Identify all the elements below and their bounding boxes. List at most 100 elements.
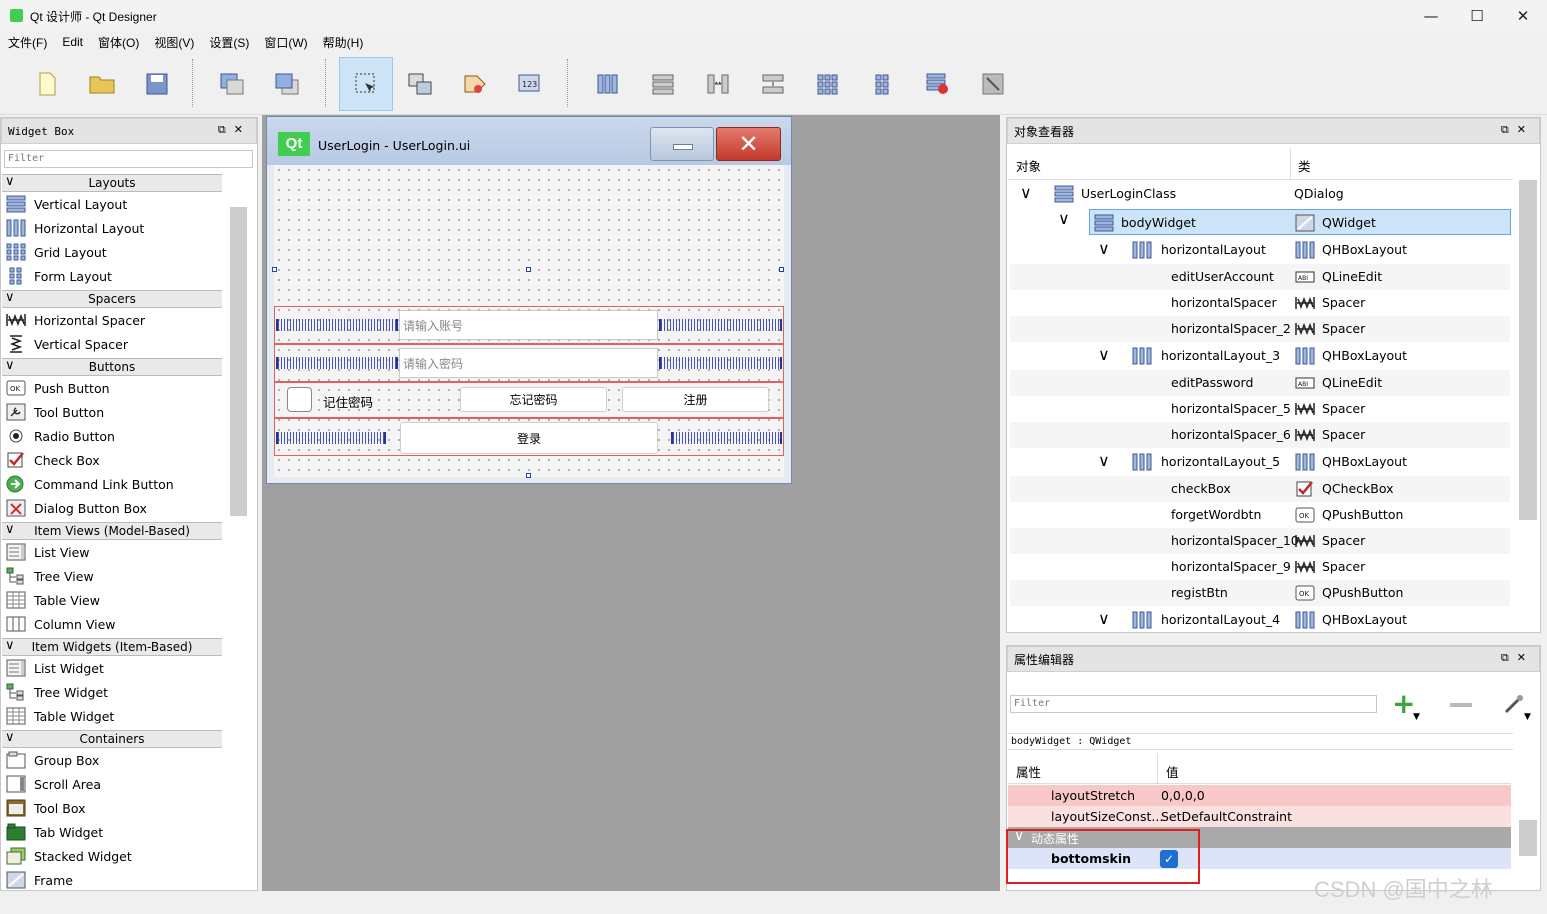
selection-handle[interactable] [526,473,531,478]
category-containers[interactable]: ∨ Containers [2,730,222,748]
widget-check-box[interactable]: Check Box [6,448,100,472]
forget-password-button[interactable]: 忘记密码 [460,387,607,412]
panel-float-close-icons[interactable]: ⧉✕ [1501,123,1534,137]
remove-property-icon[interactable] [1450,703,1472,707]
widget-horizontal-layout[interactable]: Horizontal Layout [6,216,144,240]
widget-command-link-button[interactable]: Command Link Button [6,472,174,496]
edit-tab-order-icon[interactable]: 123 [503,57,557,111]
new-file-icon[interactable] [20,57,74,111]
property-editor-scrollbar[interactable] [1519,820,1537,856]
widget-tool-button[interactable]: Tool Button [6,400,104,424]
tree-row-horizontalspacer[interactable]: horizontalSpacer Spacer [1010,290,1510,316]
open-folder-icon[interactable] [75,57,129,111]
widget-stacked-widget[interactable]: Stacked Widget [6,844,132,868]
category-spacers[interactable]: ∨ Spacers [2,290,222,308]
layout-horizontal-icon[interactable] [581,57,635,111]
selection-handle[interactable] [526,267,531,272]
tree-row-bodywidget[interactable]: bodyWidget QWidget [1089,209,1511,235]
property-filter-input[interactable]: Filter [1010,695,1377,713]
widget-filter-input[interactable]: Filter [4,150,253,168]
minimize-button[interactable]: — [1408,0,1454,31]
tree-row-forgetwordbtn[interactable]: forgetWordbtn OK QPushButton [1010,502,1510,528]
chevron-down-icon[interactable]: ∨ [1058,209,1070,228]
widget-radio-button[interactable]: Radio Button [6,424,115,448]
account-input[interactable]: 请输入账号 [399,310,658,340]
horizontal-spacer-6[interactable] [659,357,782,369]
register-button[interactable]: 注册 [622,387,769,412]
tree-row-editpassword[interactable]: editPassword ABI QLineEdit [1010,370,1510,396]
tree-row-checkbox[interactable]: checkBox QCheckBox [1010,476,1510,502]
category-buttons[interactable]: ∨ Buttons [2,358,222,376]
widget-frame[interactable]: Frame [6,868,73,892]
category-item-widgets[interactable]: ∨ Item Widgets (Item-Based) [2,638,222,656]
column-property[interactable]: 属性 [1016,762,1041,781]
category-layouts[interactable]: ∨ Layouts [2,174,222,192]
chevron-down-icon[interactable]: ▼ [1524,712,1531,722]
chevron-down-icon[interactable]: ∨ [1098,609,1110,628]
tree-row-registbtn[interactable]: registBtn OK QPushButton [1010,580,1510,606]
layout-h-splitter-icon[interactable] [691,57,745,111]
adjust-size-icon[interactable] [966,57,1020,111]
tree-row-horizontalspacer-5[interactable]: horizontalSpacer_5 Spacer [1010,396,1510,422]
remember-checkbox[interactable] [287,387,312,412]
widget-group-box[interactable]: Group Box [6,748,99,772]
chevron-down-icon[interactable]: ∨ [1098,451,1110,470]
widget-table-widget[interactable]: Table Widget [6,704,114,728]
tree-row-horizontalspacer-2[interactable]: horizontalSpacer_2 Spacer [1010,316,1510,342]
horizontal-spacer[interactable] [276,319,398,331]
column-class[interactable]: 类 [1298,156,1311,175]
add-property-icon[interactable]: + [1392,690,1415,718]
layout-v-splitter-icon[interactable] [746,57,800,111]
horizontal-spacer-login-left[interactable] [276,432,386,444]
configure-icon[interactable] [1503,693,1525,718]
horizontal-spacer-5[interactable] [276,357,398,369]
layout-form-icon[interactable] [856,57,910,111]
save-icon[interactable] [130,57,184,111]
tree-row-edituseraccount[interactable]: editUserAccount ABI QLineEdit [1010,264,1510,290]
password-input[interactable]: 请输入密码 [399,348,658,378]
close-button[interactable]: ✕ [1500,0,1546,31]
tree-row-horizontalspacer-10[interactable]: horizontalSpacer_10 Spacer [1010,528,1510,554]
column-object[interactable]: 对象 [1016,156,1041,175]
menu-help[interactable]: 帮助(H) [323,34,364,51]
widget-tree-widget[interactable]: Tree Widget [6,680,108,704]
property-row-layoutstretch[interactable]: layoutStretch 0,0,0,0 [1008,785,1511,806]
edit-widgets-icon[interactable] [339,57,393,111]
widget-list-view[interactable]: List View [6,540,90,564]
horizontal-spacer-login-right[interactable] [671,432,782,444]
form-close-button[interactable]: ✕ [716,127,781,161]
send-back-icon[interactable] [205,57,259,111]
chevron-down-icon[interactable]: ∨ [1098,345,1110,364]
widget-table-view[interactable]: Table View [6,588,100,612]
login-button[interactable]: 登录 [400,422,658,454]
object-inspector-scrollbar[interactable] [1519,180,1537,520]
menu-form[interactable]: 窗体(O) [98,34,139,51]
widget-dialog-button-box[interactable]: Dialog Button Box [6,496,147,520]
menu-settings[interactable]: 设置(S) [209,34,249,51]
chevron-down-icon[interactable]: ▼ [1413,712,1420,722]
bring-front-icon[interactable] [260,57,314,111]
tree-row-horizontalspacer-6[interactable]: horizontalSpacer_6 Spacer [1010,422,1510,448]
widget-vertical-layout[interactable]: Vertical Layout [6,192,127,216]
break-layout-icon[interactable] [911,57,965,111]
widget-list-widget[interactable]: List Widget [6,656,104,680]
widget-tree-view[interactable]: Tree View [6,564,94,588]
widget-tool-box[interactable]: Tool Box [6,796,86,820]
tree-row-horizontallayout-5[interactable]: ∨ horizontalLayout_5 QHBoxLayout [1010,449,1510,475]
panel-float-close-icons[interactable]: ⧉✕ [218,123,251,137]
chevron-down-icon[interactable]: ∨ [1098,239,1110,258]
tree-row-horizontallayout-4[interactable]: ∨ horizontalLayout_4 QHBoxLayout [1010,607,1510,633]
layout-grid-icon[interactable] [801,57,855,111]
tree-row-horizontallayout-3[interactable]: ∨ horizontalLayout_3 QHBoxLayout [1010,343,1510,369]
tree-row-horizontallayout[interactable]: ∨ horizontalLayout QHBoxLayout [1010,237,1510,263]
menu-file[interactable]: 文件(F) [8,34,47,51]
menu-window[interactable]: 窗口(W) [264,34,307,51]
horizontal-spacer-2[interactable] [659,319,782,331]
widget-scroll-area[interactable]: Scroll Area [6,772,101,796]
edit-signals-icon[interactable] [393,57,447,111]
column-value[interactable]: 值 [1166,762,1179,781]
category-item-views[interactable]: ∨ Item Views (Model-Based) [2,522,222,540]
layout-vertical-icon[interactable] [636,57,690,111]
edit-buddies-icon[interactable] [448,57,502,111]
property-row-layoutsizeconstraint[interactable]: layoutSizeConst... SetDefaultConstraint [1008,806,1511,827]
